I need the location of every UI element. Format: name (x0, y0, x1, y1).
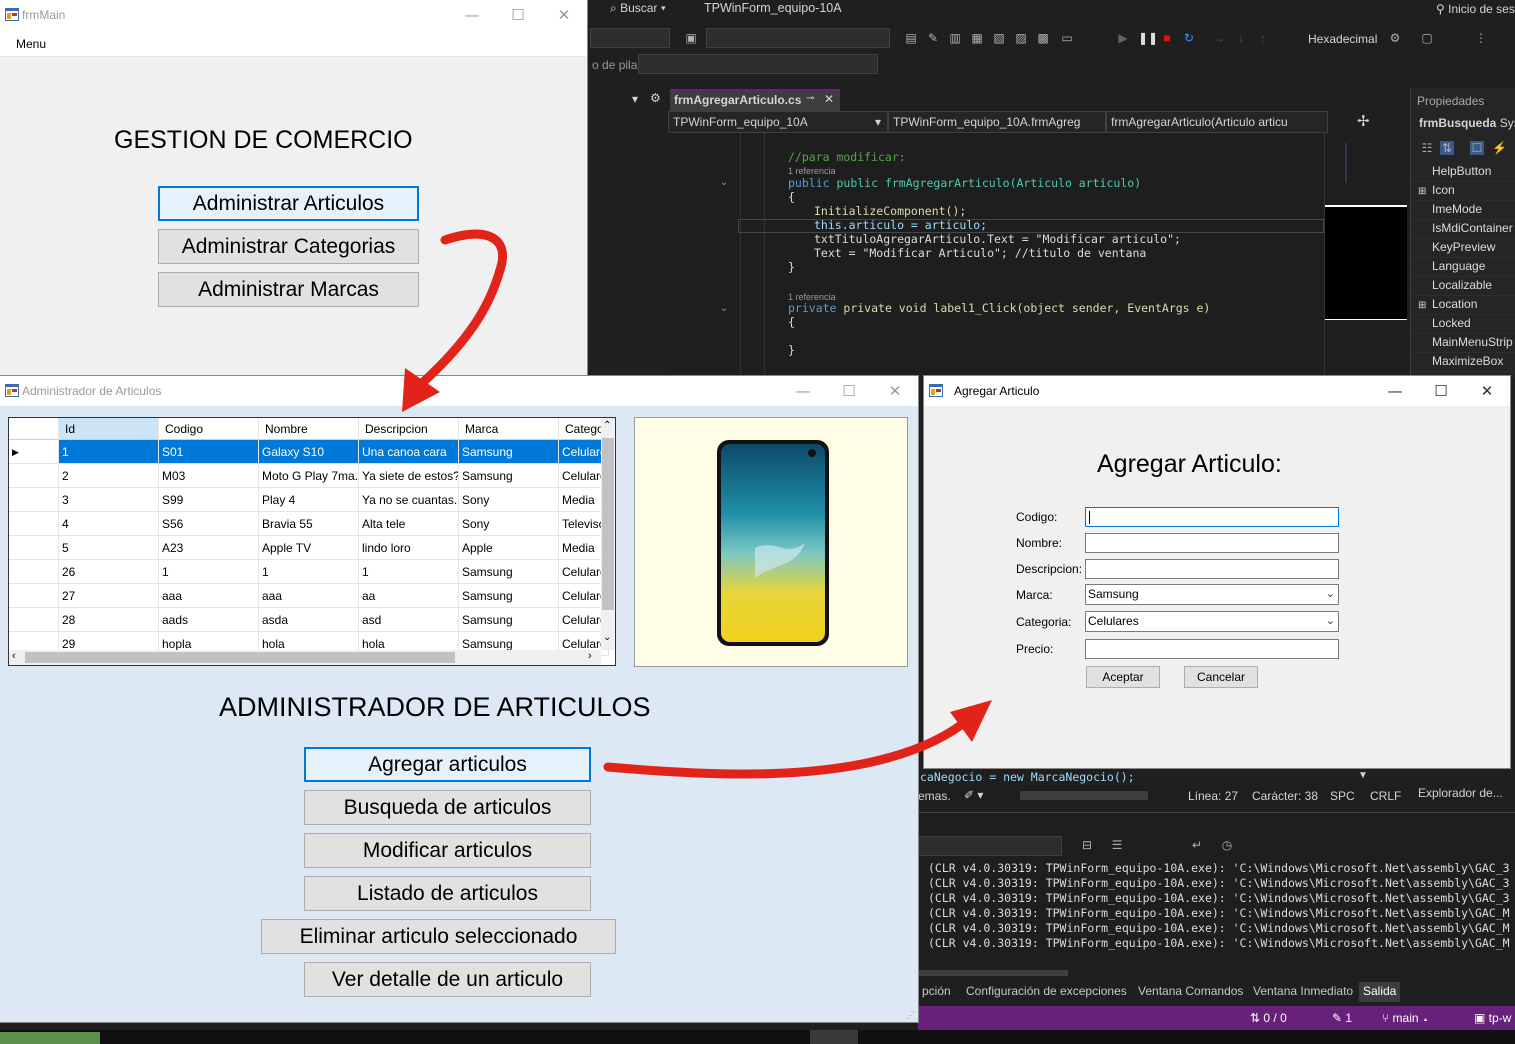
taskbar-active-app[interactable] (810, 1030, 858, 1044)
arrow-2-head (950, 700, 992, 742)
arrow-2-stroke (603, 713, 975, 779)
taskbar (0, 1030, 1515, 1044)
arrow-1-stroke (415, 229, 507, 390)
annotation-arrows (402, 229, 992, 779)
taskbar-thumbnail[interactable] (0, 1032, 100, 1044)
